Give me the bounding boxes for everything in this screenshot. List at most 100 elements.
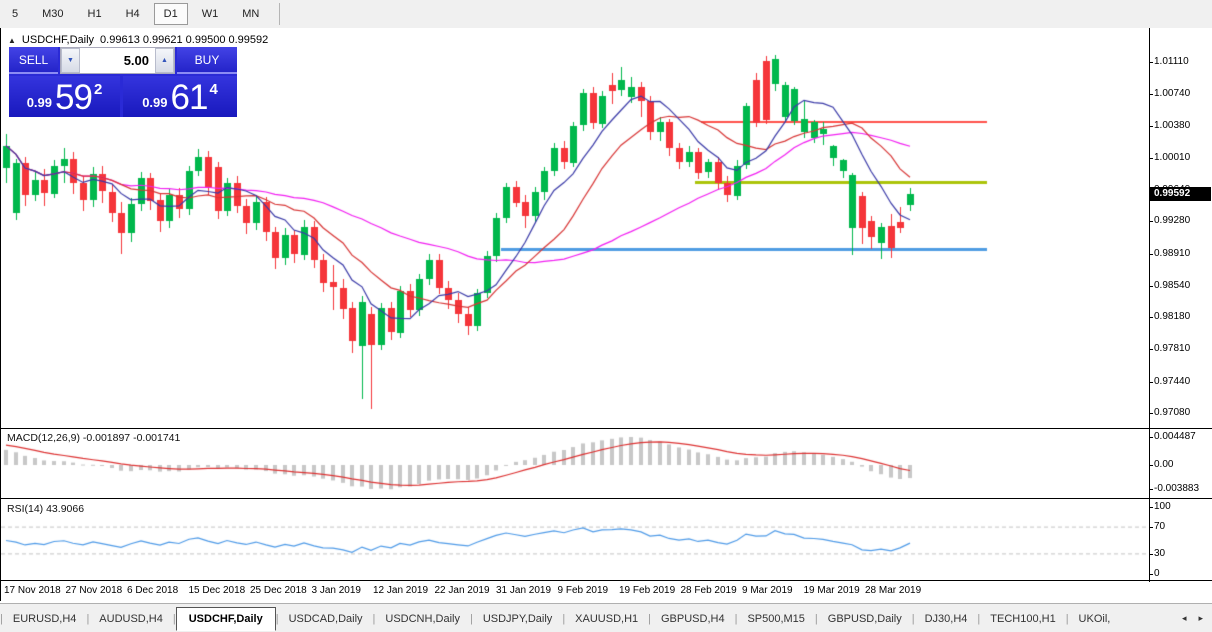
price-axis-tick: 0.98180 (1154, 311, 1190, 322)
timeframe-button-mn[interactable]: MN (232, 3, 269, 25)
volume-decrease-icon[interactable]: ▼ (61, 48, 80, 73)
axis-tick-mark (1149, 158, 1153, 159)
panel-divider[interactable] (1, 498, 1212, 499)
chart-tab-usdcnh-daily[interactable]: USDCNH,Daily (375, 608, 470, 630)
tab-scroll-left-icon[interactable]: ◂ (1179, 610, 1190, 627)
rsi-axis-tick: 70 (1154, 521, 1165, 532)
tab-scroll-right-icon[interactable]: ▸ (1195, 610, 1206, 627)
macd-axis-tick: -0.003883 (1154, 483, 1199, 494)
axis-tick-mark (1149, 554, 1153, 555)
axis-tick-mark (1149, 221, 1153, 222)
chart-ohlc-values: 0.99613 0.99621 0.99500 0.99592 (100, 34, 268, 46)
chart-tab-usdjpy-daily[interactable]: USDJPY,Daily (473, 608, 563, 630)
sell-price-box[interactable]: 0.99 59 2 (9, 76, 120, 117)
axis-tick-mark (1149, 437, 1153, 438)
timeframe-button-h1[interactable]: H1 (78, 3, 112, 25)
chart-tab-xauusd-h1[interactable]: XAUUSD,H1 (565, 608, 648, 630)
price-axis-tick: 1.00010 (1154, 152, 1190, 163)
date-axis-label: 28 Feb 2019 (681, 585, 737, 596)
chart-tab-gbpusd-h4[interactable]: GBPUSD,H4 (651, 608, 735, 630)
timeframe-toolbar: 5M30H1H4D1W1MN (0, 0, 1212, 29)
buy-price-box[interactable]: 0.99 61 4 (123, 76, 237, 117)
chart-tab-audusd-h4[interactable]: AUDUSD,H4 (89, 608, 173, 630)
panel-divider[interactable] (1, 428, 1212, 429)
volume-stepper: ▼ 5.00 ▲ (60, 47, 175, 74)
chart-tab-gbpusd-daily[interactable]: GBPUSD,Daily (818, 608, 912, 630)
mt4-terminal: 5M30H1H4D1W1MN ▲ USDCHF,Daily 0.99613 0.… (0, 0, 1212, 632)
price-axis-tick: 0.97440 (1154, 376, 1190, 387)
buy-price-fraction: 4 (209, 81, 217, 98)
toolbar-separator (279, 3, 280, 25)
chart-tab-tech100-h1[interactable]: TECH100,H1 (980, 608, 1065, 630)
date-axis-label: 25 Dec 2018 (250, 585, 307, 596)
axis-tick-mark (1149, 254, 1153, 255)
date-axis-label: 22 Jan 2019 (435, 585, 490, 596)
rsi-label: RSI(14) 43.9066 (7, 503, 84, 515)
rsi-indicator-chart[interactable] (1, 500, 1149, 580)
price-axis-tick: 0.97810 (1154, 343, 1190, 354)
buy-price-pips: 61 (171, 81, 208, 114)
sell-price-prefix: 0.99 (27, 95, 52, 110)
date-axis-label: 9 Feb 2019 (558, 585, 609, 596)
price-axis-tick: 1.00740 (1154, 88, 1190, 99)
axis-tick-mark (1149, 489, 1153, 490)
date-axis-label: 12 Jan 2019 (373, 585, 428, 596)
date-axis-label: 31 Jan 2019 (496, 585, 551, 596)
tab-scroll-nav: ◂▸ (1179, 610, 1212, 627)
axis-tick-mark (1149, 574, 1153, 575)
rsi-axis-tick: 30 (1154, 548, 1165, 559)
chart-tab-eurusd-h4[interactable]: EURUSD,H4 (3, 608, 87, 630)
timeframe-button-5[interactable]: 5 (2, 3, 28, 25)
date-axis-label: 27 Nov 2018 (66, 585, 123, 596)
date-axis-label: 15 Dec 2018 (189, 585, 246, 596)
chart-symbol-title: USDCHF,Daily (22, 34, 94, 46)
date-axis-label: 9 Mar 2019 (742, 585, 793, 596)
chart-tab-usdchf-daily[interactable]: USDCHF,Daily (176, 607, 276, 631)
axis-tick-mark (1149, 507, 1153, 508)
current-price-tag: 0.99592 (1150, 187, 1211, 201)
rsi-axis-tick: 0 (1154, 568, 1160, 579)
price-axis-tick: 1.00380 (1154, 120, 1190, 131)
date-axis-label: 19 Feb 2019 (619, 585, 675, 596)
date-axis[interactable]: 17 Nov 2018 27 Nov 2018 6 Dec 2018 15 Dec 2… (1, 582, 1212, 601)
chart-window: ▲ USDCHF,Daily 0.99613 0.99621 0.99500 0… (0, 28, 1212, 601)
axis-tick-mark (1149, 413, 1153, 414)
chart-tab-usdcad-daily[interactable]: USDCAD,Daily (279, 608, 373, 630)
axis-tick-mark (1149, 62, 1153, 63)
sell-button[interactable]: SELL (9, 47, 58, 74)
axis-tick-mark (1149, 94, 1153, 95)
date-axis-label: 19 Mar 2019 (804, 585, 860, 596)
timeframe-button-m30[interactable]: M30 (32, 3, 73, 25)
sell-price-pips: 59 (55, 81, 92, 114)
timeframe-button-w1[interactable]: W1 (192, 3, 229, 25)
macd-axis-tick: 0.004487 (1154, 431, 1196, 442)
date-axis-label: 17 Nov 2018 (4, 585, 61, 596)
buy-price-prefix: 0.99 (142, 95, 167, 110)
date-axis-label: 28 Mar 2019 (865, 585, 921, 596)
volume-increase-icon[interactable]: ▲ (155, 48, 174, 73)
axis-tick-mark (1149, 527, 1153, 528)
chart-header: ▲ USDCHF,Daily 0.99613 0.99621 0.99500 0… (8, 34, 268, 46)
price-axis-tick: 1.01110 (1154, 56, 1189, 67)
timeframe-button-d1[interactable]: D1 (154, 3, 188, 25)
buy-button[interactable]: BUY (177, 47, 237, 74)
price-axis-tick: 0.98540 (1154, 280, 1190, 291)
timeframe-button-h4[interactable]: H4 (116, 3, 150, 25)
date-axis-label: 3 Jan 2019 (312, 585, 362, 596)
date-axis-label: 6 Dec 2018 (127, 585, 178, 596)
chart-tab-sp500-m15[interactable]: SP500,M15 (737, 608, 814, 630)
one-click-trading-panel: SELL ▼ 5.00 ▲ BUY 0.99 59 2 0.99 61 4 (9, 47, 237, 117)
axis-tick-mark (1149, 317, 1153, 318)
chart-tab-dj30-h4[interactable]: DJ30,H4 (915, 608, 978, 630)
rsi-axis-tick: 100 (1154, 501, 1171, 512)
price-axis-tick: 0.97080 (1154, 407, 1190, 418)
volume-input[interactable]: 5.00 (80, 48, 155, 73)
macd-label: MACD(12,26,9) -0.001897 -0.001741 (7, 432, 180, 444)
axis-tick-mark (1149, 382, 1153, 383)
panel-divider (1, 580, 1212, 581)
chart-tab-ukoil-[interactable]: UKOil, (1069, 608, 1121, 630)
sell-price-fraction: 2 (94, 81, 102, 98)
symbol-tab-bar: |EURUSD,H4|AUDUSD,H4|USDCHF,Daily|USDCAD… (0, 603, 1212, 632)
collapse-icon[interactable]: ▲ (8, 36, 16, 45)
axis-tick-mark (1149, 349, 1153, 350)
